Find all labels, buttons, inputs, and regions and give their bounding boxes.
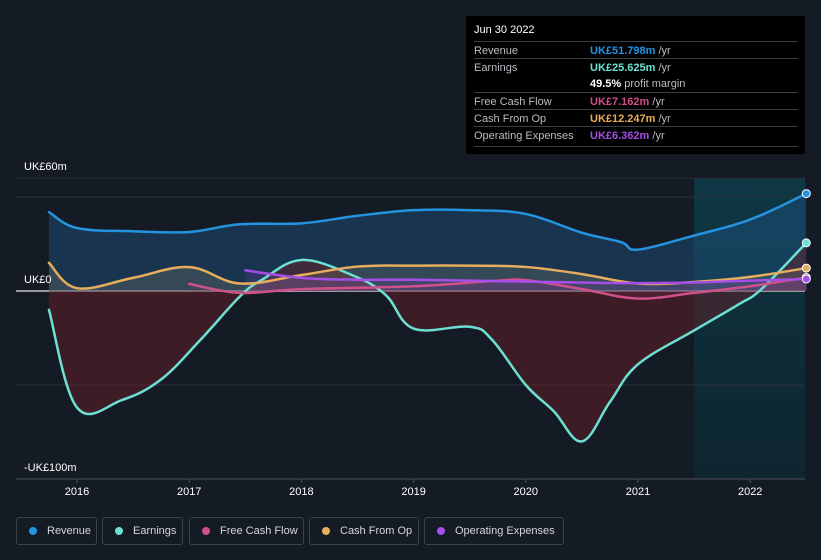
- operating-expenses-end-marker: [801, 274, 811, 284]
- x-tick-label: 2021: [626, 486, 650, 498]
- tooltip-row-revenue: Revenue UK£51.798m /yr: [474, 41, 798, 59]
- legend-free-cash-flow[interactable]: Free Cash Flow: [189, 517, 304, 545]
- tooltip-label: Free Cash Flow: [474, 96, 552, 108]
- tooltip-label: Revenue: [474, 45, 519, 57]
- legend-label: Revenue: [47, 525, 92, 537]
- x-tick-label: 2019: [401, 486, 425, 498]
- tooltip-value: 49.5% profit margin: [590, 78, 686, 90]
- legend-label: Earnings: [133, 525, 177, 537]
- earnings-dot-icon: [115, 527, 123, 535]
- tooltip-row-fcf: Free Cash Flow UK£7.162m /yr: [474, 92, 798, 110]
- legend-label: Free Cash Flow: [220, 525, 298, 537]
- tooltip-label: Operating Expenses: [474, 130, 574, 142]
- x-tick-label: 2022: [738, 486, 762, 498]
- earnings-end-marker: [801, 238, 811, 248]
- free-cash-flow-dot-icon: [202, 527, 210, 535]
- x-tick-label: 2016: [65, 486, 89, 498]
- tooltip-value: UK£51.798m /yr: [590, 45, 671, 57]
- tooltip-label: Cash From Op: [474, 113, 547, 125]
- y-tick-label: UK£0: [24, 274, 52, 286]
- x-tick-label: 2018: [289, 486, 313, 498]
- x-tick-label: 2017: [177, 486, 201, 498]
- legend-cash-from-op[interactable]: Cash From Op: [309, 517, 419, 545]
- tooltip-value: UK£25.625m /yr: [590, 62, 671, 74]
- cash-from-op-end-marker: [801, 263, 811, 273]
- tooltip-value: UK£12.247m /yr: [590, 113, 671, 125]
- revenue-end-marker: [801, 189, 811, 199]
- tooltip-label: Earnings: [474, 62, 518, 74]
- cash-from-op-dot-icon: [322, 527, 330, 535]
- tooltip-divider: [474, 146, 798, 147]
- operating-expenses-dot-icon: [437, 527, 445, 535]
- tooltip-value: UK£7.162m /yr: [590, 96, 665, 108]
- tooltip-row-opex: Operating Expenses UK£6.362m /yr: [474, 126, 798, 144]
- tooltip-date: Jun 30 2022: [474, 24, 535, 36]
- legend-earnings[interactable]: Earnings: [102, 517, 183, 545]
- x-tick-label: 2020: [514, 486, 538, 498]
- y-tick-label: -UK£100m: [24, 462, 77, 474]
- legend-label: Operating Expenses: [455, 525, 555, 537]
- y-tick-label: UK£60m: [24, 161, 67, 173]
- tooltip-value: UK£6.362m /yr: [590, 130, 665, 142]
- legend-revenue[interactable]: Revenue: [16, 517, 97, 545]
- tooltip-row-earnings: Earnings UK£25.625m /yr: [474, 58, 798, 76]
- legend-label: Cash From Op: [340, 525, 413, 537]
- legend-operating-expenses[interactable]: Operating Expenses: [424, 517, 564, 545]
- revenue-dot-icon: [29, 527, 37, 535]
- tooltip-row-cfo: Cash From Op UK£12.247m /yr: [474, 109, 798, 127]
- tooltip: Jun 30 2022 Revenue UK£51.798m /yr Earni…: [466, 16, 805, 154]
- tooltip-row-margin: 49.5% profit margin: [474, 75, 798, 92]
